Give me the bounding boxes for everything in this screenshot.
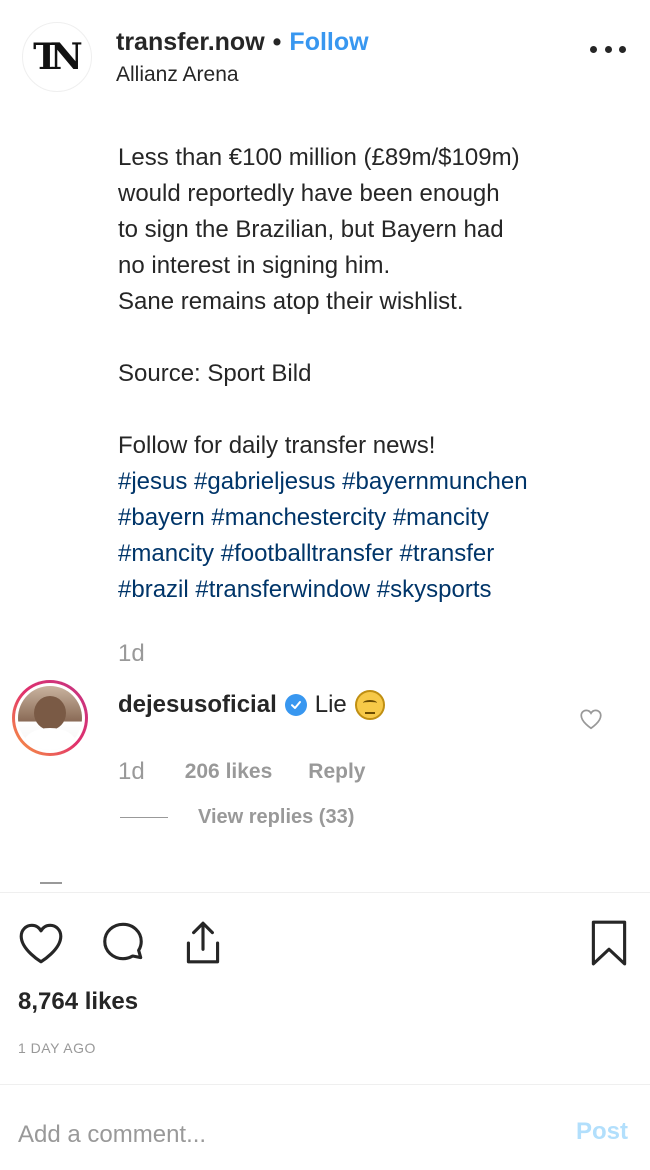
comment-body: dejesusoficial Lie [118, 690, 385, 720]
caption-line: would reportedly have been enough [118, 180, 500, 207]
bookmark-icon[interactable] [584, 918, 634, 968]
hashtag-line: #mancity #footballtransfer #transfer [118, 536, 618, 572]
add-comment-input[interactable] [18, 1110, 538, 1160]
hashtag-link[interactable]: #brazil [118, 576, 189, 603]
caption-line: no interest in signing him. [118, 252, 391, 279]
replies-divider-line [120, 817, 168, 818]
more-options-icon[interactable] [590, 44, 626, 54]
comment-meta: 1d 206 likes Reply [118, 758, 365, 786]
hashtag-link[interactable]: #skysports [377, 576, 492, 603]
hashtag-link[interactable]: #gabrieljesus [194, 468, 335, 495]
hashtag-link[interactable]: #transfer [400, 540, 495, 567]
hashtag-line: #jesus #gabrieljesus #bayernmunchen [118, 464, 618, 500]
account-logo: TN [33, 36, 83, 78]
hashtag-link[interactable]: #mancity [118, 540, 214, 567]
hashtag-link[interactable]: #mancity [393, 504, 489, 531]
header-username-row: transfer.now • Follow [116, 28, 369, 57]
comment-like-heart-icon[interactable] [578, 706, 604, 732]
caption-timestamp: 1d [118, 640, 145, 667]
hashtag-line: #brazil #transferwindow #skysports [118, 572, 618, 608]
commenter-avatar[interactable] [12, 680, 88, 756]
hashtag-link[interactable]: #transferwindow [195, 576, 370, 603]
avatar-photo [18, 686, 82, 750]
account-avatar[interactable]: TN [22, 22, 92, 92]
post-caption: Less than €100 million (£89m/$109m) woul… [118, 140, 618, 608]
separator-dot: • [272, 28, 282, 56]
comment-divider [0, 1084, 650, 1085]
caption-cta: Follow for daily transfer news! [118, 432, 436, 459]
post-comment-button[interactable]: Post [576, 1118, 628, 1146]
hashtag-line: #bayern #manchestercity #mancity [118, 500, 618, 536]
share-icon[interactable] [178, 918, 228, 968]
comment-text: Lie [314, 691, 347, 718]
commenter-username[interactable]: dejesusoficial [118, 691, 277, 719]
caption-source: Source: Sport Bild [118, 360, 312, 387]
view-replies-button[interactable]: View replies (33) [120, 806, 354, 829]
view-replies-label: View replies (33) [198, 806, 355, 828]
hashtag-link[interactable]: #footballtransfer [221, 540, 393, 567]
avatar-ring-inner [15, 683, 85, 753]
more-dot [590, 45, 597, 53]
comment-timestamp: 1d [118, 758, 145, 785]
follow-button[interactable]: Follow [289, 28, 368, 57]
post-likes-count[interactable]: 8,764 likes [18, 988, 138, 1016]
verified-badge-icon [284, 694, 307, 716]
comment-icon[interactable] [98, 918, 148, 968]
caption-line: to sign the Brazilian, but Bayern had [118, 216, 504, 243]
post-date: 1 DAY AGO [18, 1040, 96, 1056]
reply-button[interactable]: Reply [308, 760, 365, 784]
caption-line: Sane remains atop their wishlist. [118, 288, 464, 315]
hashtag-link[interactable]: #manchestercity [211, 504, 386, 531]
hashtag-link[interactable]: #jesus [118, 468, 187, 495]
actions-divider [0, 892, 650, 893]
account-username[interactable]: transfer.now [116, 28, 265, 57]
hashtag-link[interactable]: #bayern [118, 504, 205, 531]
more-dot [604, 45, 612, 53]
more-dot [619, 45, 626, 53]
post-frame: TN transfer.now • Follow Allianz Arena L… [0, 0, 650, 1170]
caption-line: Less than €100 million (£89m/$109m) [118, 144, 520, 171]
unamused-face-icon [354, 690, 385, 720]
post-header: TN transfer.now • Follow Allianz Arena [0, 0, 650, 120]
comment-likes[interactable]: 206 likes [185, 760, 273, 784]
hashtag-link[interactable]: #bayernmunchen [342, 468, 527, 495]
next-comment-stub [40, 882, 62, 884]
post-location[interactable]: Allianz Arena [116, 63, 239, 87]
heart-icon[interactable] [16, 918, 66, 968]
